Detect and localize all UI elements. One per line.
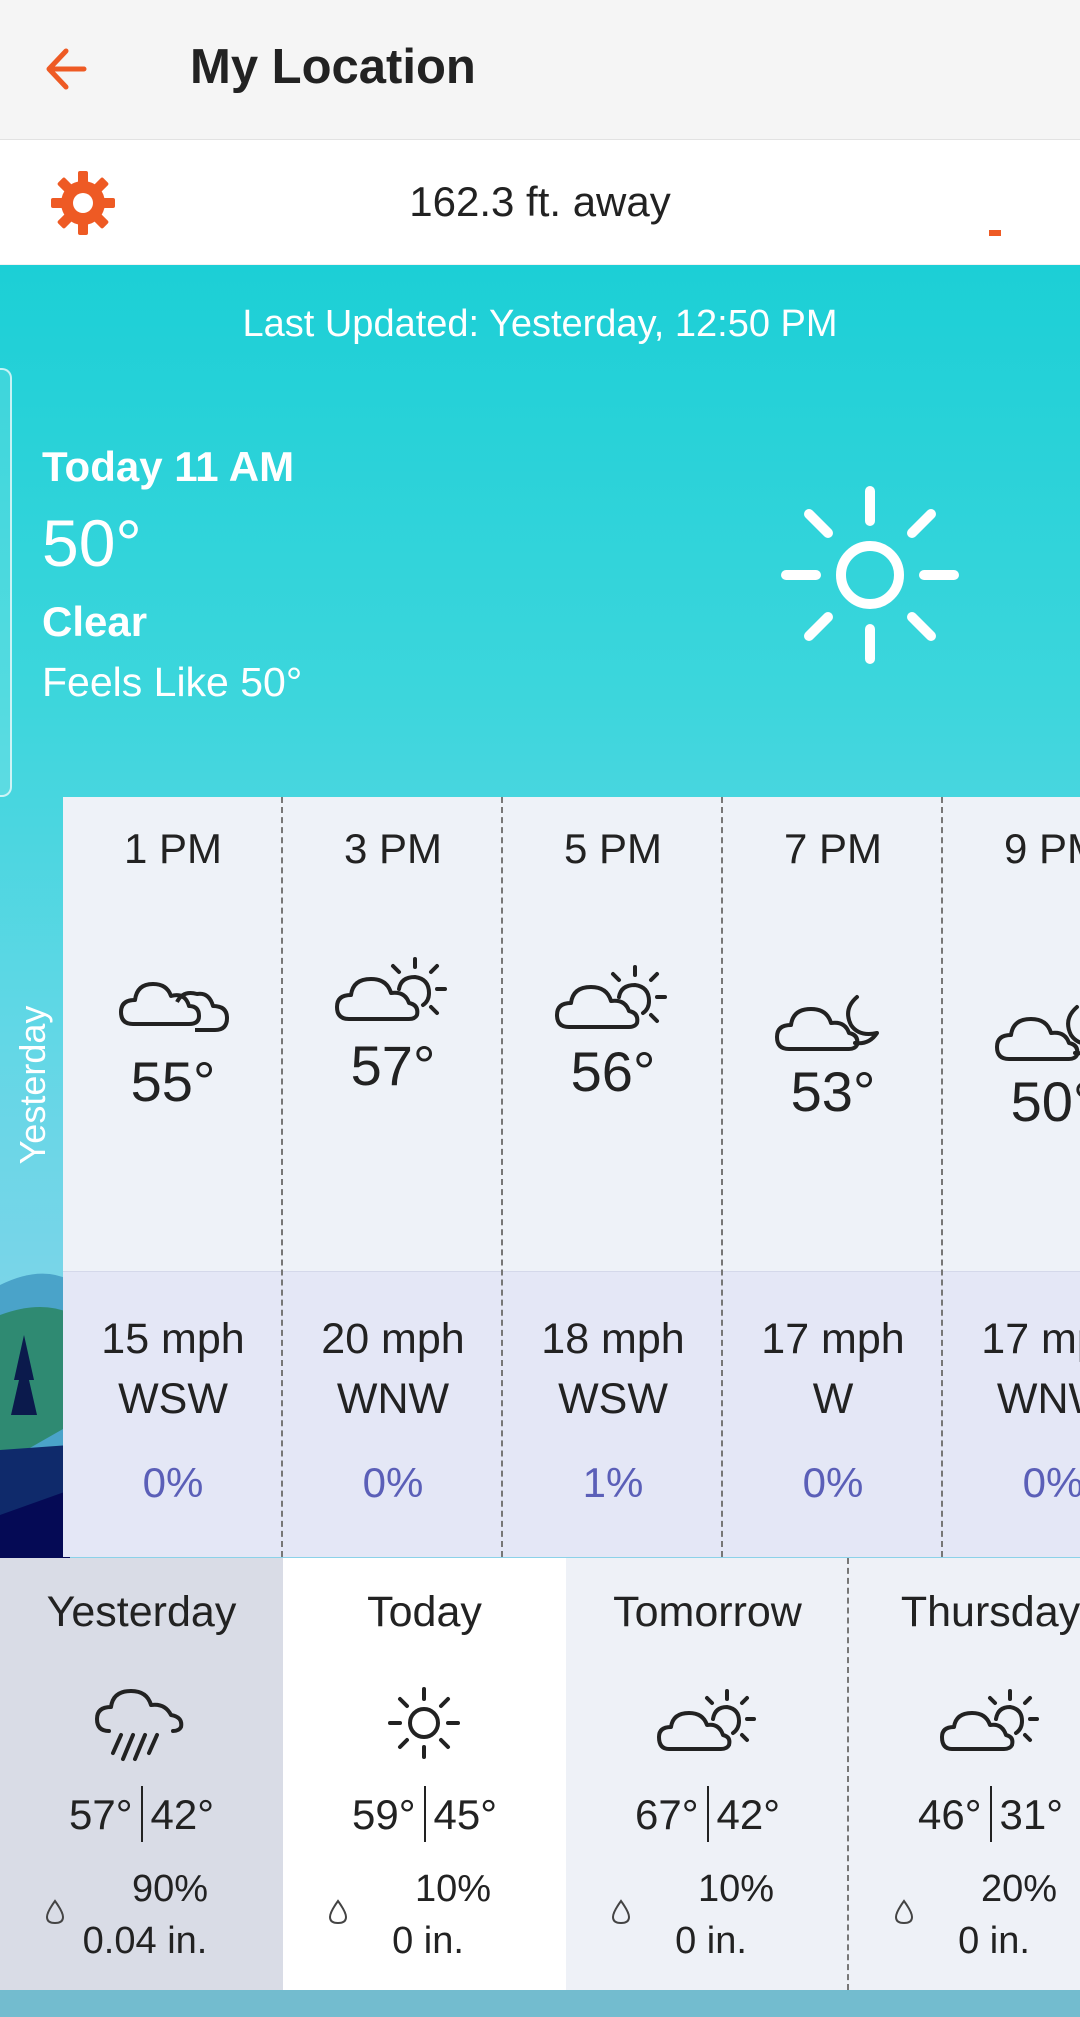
high-temp: 67°	[634, 1791, 699, 1839]
low-temp: 42°	[150, 1791, 215, 1839]
cloudy-icon	[119, 982, 229, 1032]
hour-column[interactable]: 20 mph WNW 0% 3 PM 57°	[283, 797, 503, 1557]
wind-direction: WNW	[336, 1375, 450, 1423]
low-temp: 31°	[999, 1791, 1064, 1839]
day-temps: 59° 45°	[283, 1786, 566, 1846]
precip-chance: 90%	[131, 1868, 209, 1910]
precip-amount: 0 in.	[675, 1920, 747, 1962]
hour-column[interactable]: 15 mph WSW 0% 1 PM 55°	[63, 797, 283, 1557]
hour-time: 7 PM	[783, 825, 883, 872]
low-temp: 42°	[716, 1791, 781, 1839]
partly-sunny-icon	[940, 1689, 1039, 1751]
hour-time: 9 PM	[1003, 825, 1080, 872]
page-title: My Location	[190, 40, 476, 94]
sun-icon	[781, 486, 959, 664]
wind-speed: 20 mph	[321, 1315, 465, 1363]
day-name: Today	[367, 1588, 482, 1636]
hour-column[interactable]: 18 mph WSW 1% 5 PM 56°	[503, 797, 723, 1557]
day-column[interactable]: Thursday 46° 31° 20% 0 in.	[849, 1558, 1080, 1990]
bottom-band	[0, 1990, 1080, 2017]
hour-time: 5 PM	[563, 825, 663, 872]
hour-temperature: 55°	[130, 1050, 216, 1113]
high-temp: 57°	[68, 1791, 133, 1839]
distance-text: 162.3 ft. away	[409, 178, 671, 225]
day-name: Tomorrow	[613, 1588, 802, 1636]
day-column[interactable]: Tomorrow 67° 42° 10% 0 in.	[566, 1558, 849, 1990]
rain-icon	[95, 1689, 184, 1761]
low-temp: 45°	[433, 1791, 498, 1839]
hour-time: 3 PM	[343, 825, 443, 872]
current-condition: Clear	[42, 598, 148, 645]
current-time: Today 11 AM	[42, 443, 295, 490]
app-bar: My Location	[0, 0, 1080, 140]
hourly-forecast[interactable]: 15 mph WSW 0% 1 PM 55° 20 mph WNW 0% 3 P…	[63, 797, 1080, 1557]
precip-chance: 20%	[980, 1868, 1058, 1910]
back-arrow-icon	[46, 48, 87, 90]
hour-temperature: 50°	[1010, 1070, 1080, 1133]
wind-speed: 17 mph	[761, 1315, 905, 1363]
hour-temperature: 53°	[790, 1060, 876, 1123]
precip-chance: 0%	[362, 1459, 424, 1506]
wind-direction: WSW	[118, 1375, 228, 1423]
wind-speed: 17 mph	[981, 1315, 1080, 1363]
day-temps: 67° 42°	[566, 1786, 849, 1846]
wind-direction: W	[812, 1375, 854, 1423]
hourly-day-label: Yesterday	[12, 1005, 53, 1165]
partly-sunny-icon	[657, 1689, 756, 1751]
day-column[interactable]: Yesterday 57° 42° 90% 0.04 in.	[0, 1558, 283, 1990]
precip-chance: 10%	[697, 1868, 775, 1910]
sun-icon	[388, 1687, 460, 1759]
hour-temperature: 56°	[570, 1040, 656, 1103]
precip-amount: 0 in.	[958, 1920, 1030, 1962]
hour-temperature: 57°	[350, 1034, 436, 1097]
precip-chance: 10%	[414, 1868, 492, 1910]
location-row: 162.3 ft. away	[0, 140, 1080, 264]
precip-chance: 0%	[142, 1459, 204, 1506]
wind-speed: 18 mph	[541, 1315, 685, 1363]
wind-direction: WSW	[558, 1375, 668, 1423]
wind-direction: WNW	[996, 1375, 1080, 1423]
precip-chance: 1%	[582, 1459, 644, 1506]
indicator-mark	[989, 230, 1001, 236]
daily-forecast[interactable]: Yesterday 57° 42° 90% 0.04 in. Today 59°…	[0, 1558, 1080, 1990]
hour-column[interactable]: 17 mph W 0% 7 PM 53°	[723, 797, 943, 1557]
current-temperature: 50°	[42, 506, 142, 580]
precip-amount: 0 in.	[392, 1920, 464, 1962]
day-name: Yesterday	[46, 1588, 237, 1636]
wind-speed: 15 mph	[101, 1315, 245, 1363]
high-temp: 46°	[917, 1791, 982, 1839]
precip-amount: 0.04 in.	[82, 1920, 208, 1962]
back-button[interactable]	[40, 36, 110, 102]
day-column[interactable]: Today 59° 45° 10% 0 in.	[283, 1558, 566, 1990]
partly-sunny-icon	[335, 957, 447, 1021]
precip-chance: 0%	[1022, 1459, 1080, 1506]
day-name: Thursday	[900, 1588, 1080, 1636]
day-temps: 57° 42°	[0, 1786, 283, 1846]
last-updated-text: Last Updated: Yesterday, 12:50 PM	[242, 303, 838, 345]
hour-time: 1 PM	[123, 825, 223, 872]
feels-like-text: Feels Like 50°	[42, 659, 303, 705]
day-temps: 46° 31°	[849, 1786, 1080, 1846]
precip-chance: 0%	[802, 1459, 864, 1506]
high-temp: 59°	[351, 1791, 416, 1839]
hour-column[interactable]: 17 mph WNW 0% 9 PM 50°	[943, 797, 1080, 1557]
drawer-handle[interactable]	[0, 368, 12, 797]
